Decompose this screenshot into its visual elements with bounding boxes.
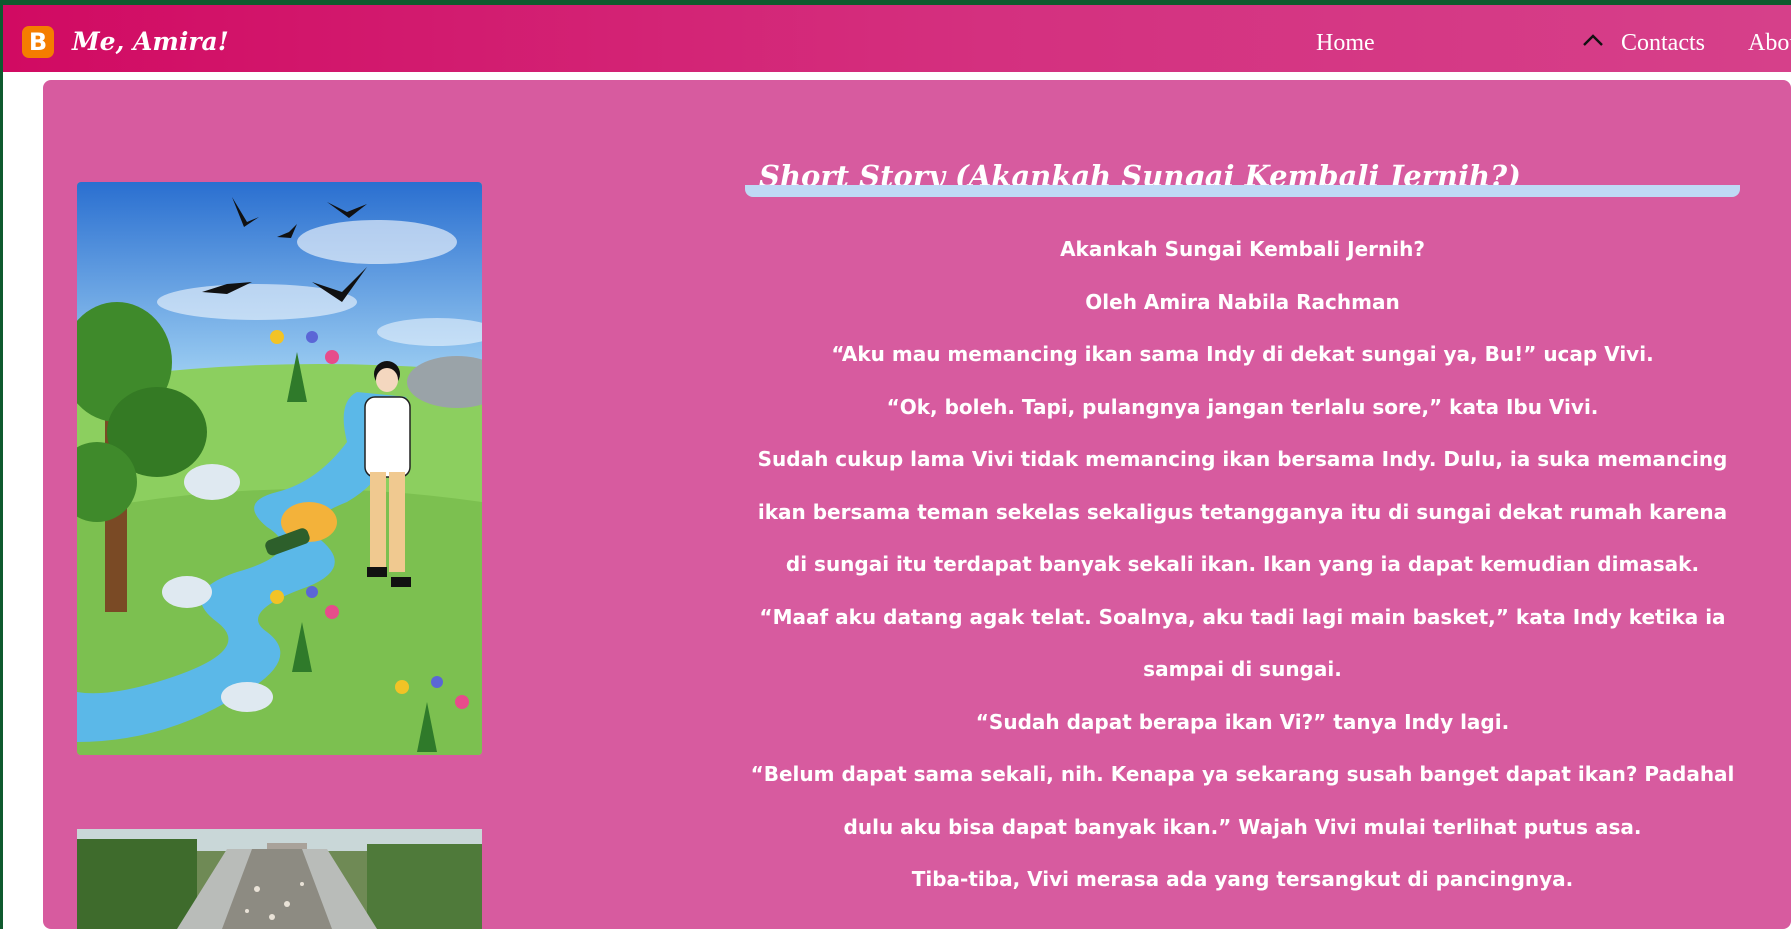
title-underline <box>745 185 1740 197</box>
nav-about[interactable]: About <box>1748 27 1791 59</box>
river-illustration-image <box>77 182 482 755</box>
post-paragraph: Akankah Sungai Kembali Jernih? <box>1060 237 1425 261</box>
polluted-river-photo <box>77 829 482 929</box>
chevron-up-icon[interactable] <box>1582 32 1604 48</box>
blogger-icon[interactable]: B <box>22 26 54 58</box>
window-frame-left <box>0 0 3 929</box>
post-paragraph: Oleh Amira Nabila Rachman <box>1085 289 1400 314</box>
top-navbar: B Me, Amira! Home Contacts About <box>3 5 1791 72</box>
post-paragraph: “Belum dapat sama sekali, nih. Kenapa ya… <box>750 762 1735 839</box>
site-title[interactable]: Me, Amira! <box>72 25 229 59</box>
post-body: Akankah Sungai Kembali Jernih? Oleh Amir… <box>745 223 1740 906</box>
post-paragraph: Sudah cukup lama Vivi tidak memancing ik… <box>757 447 1728 576</box>
nav-contacts[interactable]: Contacts <box>1621 27 1705 59</box>
post-paragraph: “Aku mau memancing ikan sama Indy di dek… <box>831 342 1654 366</box>
post-paragraph: “Sudah dapat berapa ikan Vi?” tanya Indy… <box>975 709 1510 734</box>
post-paragraph: “Ok, boleh. Tapi, pulangnya jangan terla… <box>886 394 1599 419</box>
nav-home[interactable]: Home <box>1316 27 1375 59</box>
post-paragraph: “Maaf aku datang agak telat. Soalnya, ak… <box>759 604 1726 682</box>
post-paragraph: Tiba-tiba, Vivi merasa ada yang tersangk… <box>911 867 1574 891</box>
